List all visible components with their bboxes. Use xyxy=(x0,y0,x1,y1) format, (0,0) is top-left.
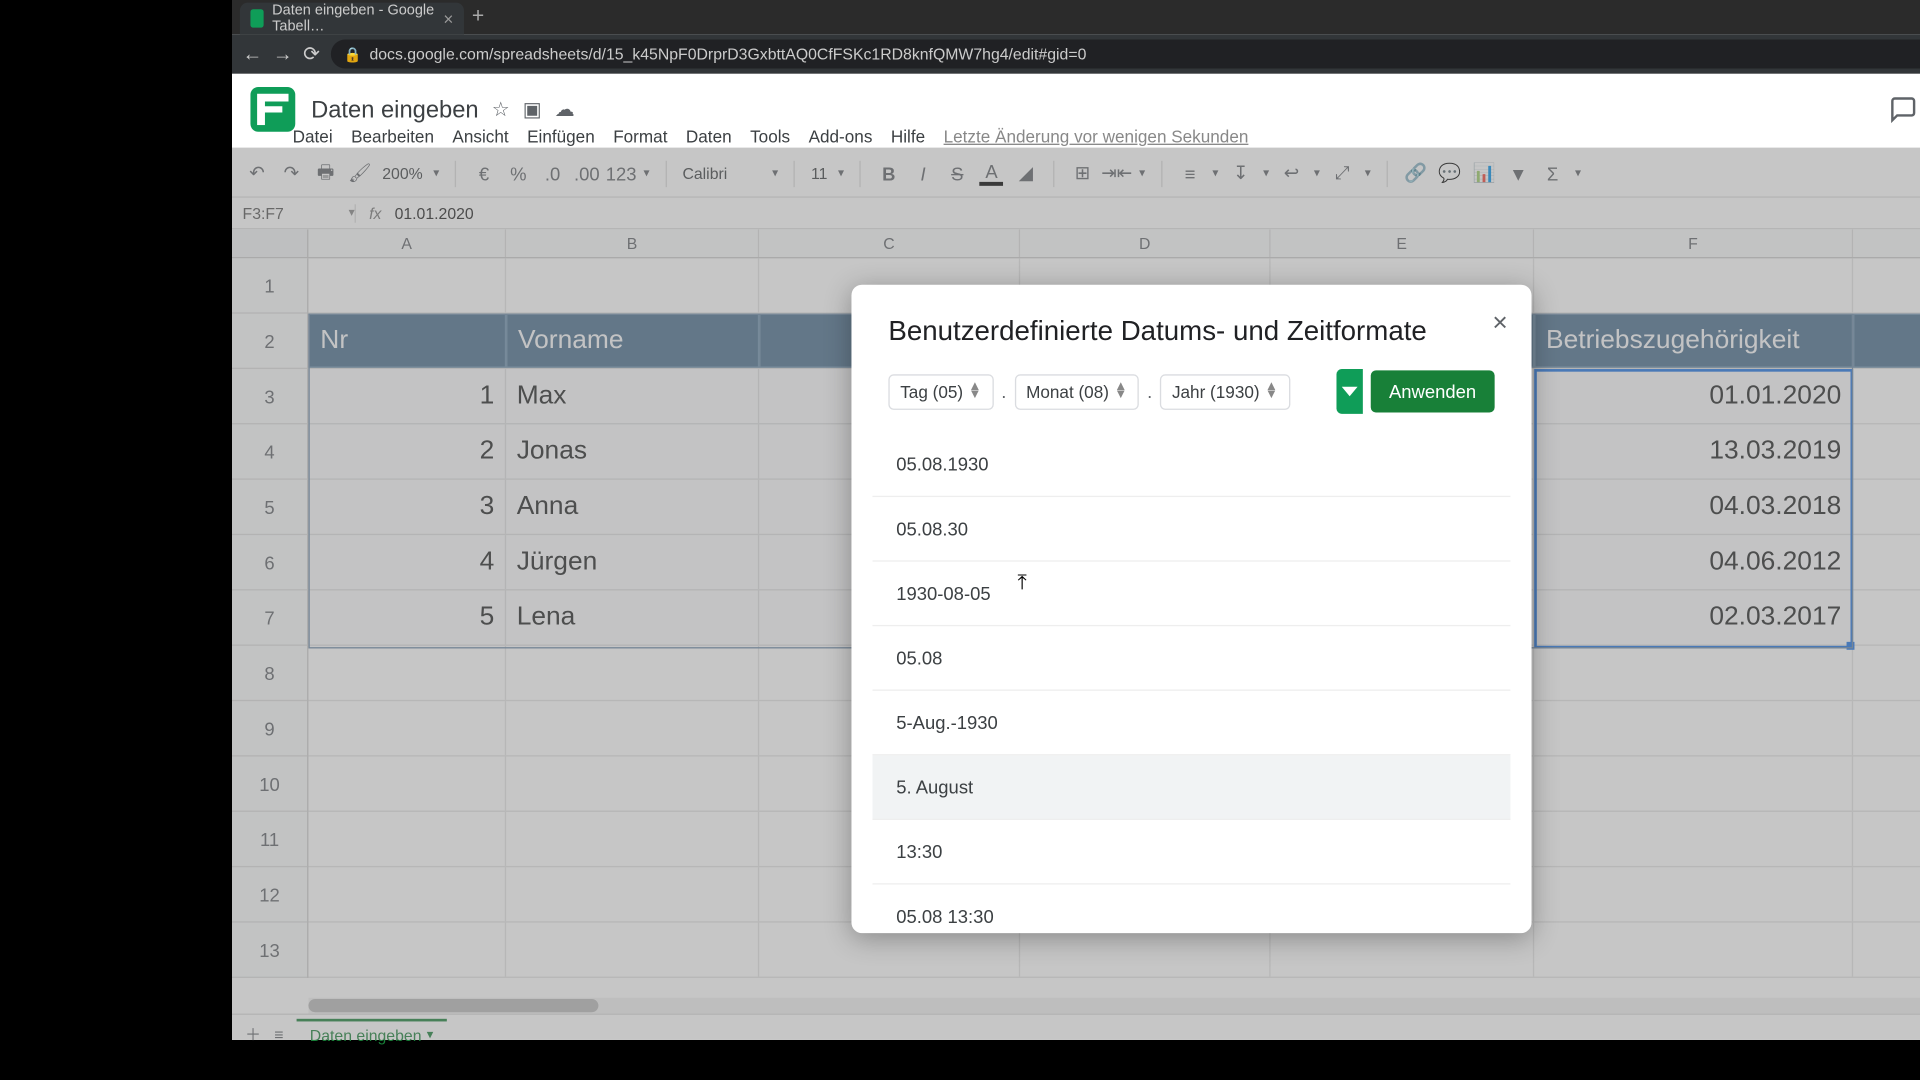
stepper-icon: ▲▼ xyxy=(1265,384,1278,400)
forward-icon[interactable]: → xyxy=(273,43,293,65)
url-input[interactable]: 🔒 docs.google.com/spreadsheets/d/15_k45N… xyxy=(330,40,1920,69)
format-option[interactable]: 05.08.30 xyxy=(873,497,1511,562)
lock-icon: 🔒 xyxy=(343,45,361,62)
month-token[interactable]: Monat (08) ▲▼ xyxy=(1014,374,1139,410)
format-option[interactable]: 5-Aug.-1930 xyxy=(873,691,1511,756)
menu-bar: Datei Bearbeiten Ansicht Einfügen Format… xyxy=(293,127,1249,147)
format-list[interactable]: 05.08.193005.08.301930-08-0505.085-Aug.-… xyxy=(873,432,1511,933)
format-option[interactable]: 13:30 xyxy=(873,820,1511,885)
back-icon[interactable]: ← xyxy=(243,43,263,65)
reload-icon[interactable]: ⟳ xyxy=(303,42,320,66)
format-option[interactable]: 05.08 xyxy=(873,626,1511,691)
menu-ansicht[interactable]: Ansicht xyxy=(452,127,508,147)
document-title[interactable]: Daten eingeben xyxy=(311,96,479,124)
menu-hilfe[interactable]: Hilfe xyxy=(891,127,925,147)
menu-bearbeiten[interactable]: Bearbeiten xyxy=(351,127,434,147)
star-icon[interactable]: ☆ xyxy=(492,98,510,122)
format-option[interactable]: 5. August xyxy=(873,755,1511,820)
move-icon[interactable]: ▣ xyxy=(523,98,542,122)
format-option[interactable]: 05.08 13:30 xyxy=(873,884,1511,933)
date-format-dialog: × Benutzerdefinierte Datums- und Zeitfor… xyxy=(851,285,1531,933)
url-text: docs.google.com/spreadsheets/d/15_k45NpF… xyxy=(369,45,1086,63)
stepper-icon: ▲▼ xyxy=(1114,384,1127,400)
close-tab-icon[interactable]: × xyxy=(443,9,453,29)
menu-daten[interactable]: Daten xyxy=(686,127,732,147)
sheets-favicon xyxy=(250,9,264,27)
format-option[interactable]: 05.08.1930 xyxy=(873,432,1511,497)
close-dialog-icon[interactable]: × xyxy=(1492,308,1507,338)
menu-tools[interactable]: Tools xyxy=(750,127,790,147)
browser-titlebar: Daten eingeben - Google Tabell… × + — ▢ … xyxy=(232,0,1920,34)
comments-icon[interactable] xyxy=(1889,95,1918,124)
sheets-logo-icon[interactable] xyxy=(250,87,295,132)
stepper-icon: ▲▼ xyxy=(968,384,981,400)
format-option[interactable]: 1930-08-05 xyxy=(873,561,1511,626)
address-bar: ← → ⟳ 🔒 docs.google.com/spreadsheets/d/1… xyxy=(232,34,1920,74)
browser-tab[interactable]: Daten eingeben - Google Tabell… × xyxy=(240,3,464,35)
tab-title: Daten eingeben - Google Tabell… xyxy=(272,3,435,35)
menu-datei[interactable]: Datei xyxy=(293,127,333,147)
cloud-icon[interactable]: ☁ xyxy=(555,98,575,122)
apply-button[interactable]: Anwenden xyxy=(1371,370,1495,412)
last-edit-text[interactable]: Letzte Änderung vor wenigen Sekunden xyxy=(944,127,1249,147)
menu-addons[interactable]: Add-ons xyxy=(809,127,873,147)
year-token[interactable]: Jahr (1930) ▲▼ xyxy=(1160,374,1290,410)
menu-einfuegen[interactable]: Einfügen xyxy=(527,127,595,147)
dialog-title: Benutzerdefinierte Datums- und Zeitforma… xyxy=(888,316,1494,348)
menu-format[interactable]: Format xyxy=(613,127,667,147)
day-token[interactable]: Tag (05) ▲▼ xyxy=(888,374,993,410)
add-token-dropdown[interactable] xyxy=(1336,369,1362,414)
new-tab-button[interactable]: + xyxy=(472,5,484,29)
